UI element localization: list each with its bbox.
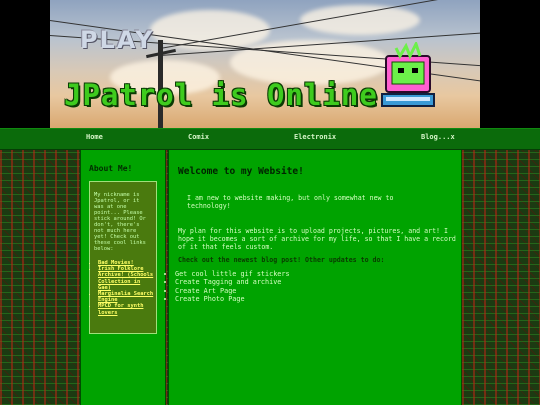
retro-computer-icon [381,42,435,107]
list-item: Irish Folklore Archive! (Schools Collect… [98,266,156,291]
link-list: Bad Movies! Irish Folklore Archive! (Sch… [90,260,156,316]
list-item: Create Art Page [175,287,290,295]
sidebar-heading: About Me! [89,164,133,173]
todo-list: Get cool little gif stickers Create Tagg… [165,270,290,304]
page-title: Welcome to my Website! [178,166,304,177]
list-item: Get cool little gif stickers [175,270,290,278]
list-item: Create Photo Page [175,295,290,303]
link-irish-folklore[interactable]: Irish Folklore Archive! (Schools Collect… [98,266,153,291]
about-box: My nickname is Jpatrol, or it was at one… [89,181,157,334]
header-banner: PLAY JPatrol is Online [50,0,480,128]
main-content: Welcome to my Website! I am new to websi… [168,150,462,405]
plan-paragraph: My plan for this website is to upload pr… [178,227,456,251]
nav-home[interactable]: Home [86,133,103,141]
list-item: Marginalia Search Engine [98,291,156,303]
blog-callout: Check out the newest blog post! Other up… [178,256,385,264]
link-mpcd[interactable]: MPCD for synth lovers [98,303,143,315]
intro-paragraph: I am new to website making, but only som… [187,194,394,210]
nav-blog[interactable]: Blog...x [421,133,455,141]
list-item: Create Tagging and archive [175,278,290,286]
nav-comix[interactable]: Comix [188,133,209,141]
link-bad-movies[interactable]: Bad Movies! [98,260,134,266]
list-item: MPCD for synth lovers [98,303,156,315]
sidebar: About Me! My nickname is Jpatrol, or it … [80,150,166,405]
play-logo-text: PLAY [80,26,155,54]
top-nav: Home Comix Electronix Blog...x [0,128,540,150]
site-title: JPatrol is Online [64,78,378,112]
link-marginalia[interactable]: Marginalia Search Engine [98,291,153,303]
about-text: My nickname is Jpatrol, or it was at one… [94,192,146,252]
nav-electronix[interactable]: Electronix [294,133,336,141]
